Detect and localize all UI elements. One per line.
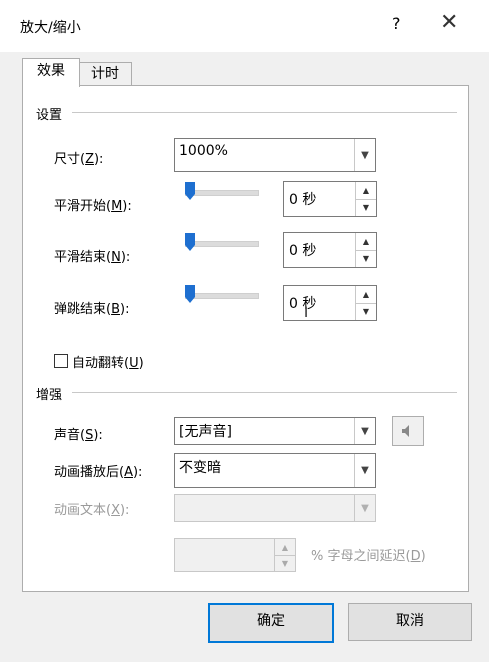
size-combobox[interactable]: 1000% ▼ [174,138,376,172]
size-label: 尺寸(Z): [54,152,104,167]
tab-timing[interactable]: 计时 [78,62,132,86]
spin-up-icon[interactable]: ▲ [356,182,376,200]
bounce-end-value[interactable]: 0 秒 [289,293,316,313]
animate-text-combobox[interactable]: ▼ [174,494,376,522]
sound-label: 声音(S): [54,428,103,443]
ok-button[interactable]: 确定 [208,603,334,643]
bounce-end-label: 弹跳结束(B): [54,302,130,317]
smooth-start-spinner[interactable]: 0 秒 ▲ ▼ [283,181,377,217]
smooth-end-value[interactable]: 0 秒 [289,240,316,260]
enhance-section-label: 增强 [36,388,63,403]
sound-value[interactable]: [无声音] [179,421,232,441]
sound-preview-button[interactable] [392,416,424,446]
after-animation-value[interactable]: 不变暗 [179,457,221,477]
bounce-end-slider-thumb[interactable] [185,285,195,303]
animate-text-label: 动画文本(X): [54,503,130,518]
chevron-down-icon[interactable]: ▼ [354,418,375,444]
smooth-end-slider-thumb[interactable] [185,233,195,251]
spin-down-icon[interactable]: ▼ [275,555,295,571]
smooth-start-value[interactable]: 0 秒 [289,189,316,209]
dialog-title: 放大/缩小 [20,20,81,36]
sound-combobox[interactable]: [无声音] ▼ [174,417,376,445]
chevron-down-icon[interactable]: ▼ [354,139,375,171]
smooth-start-label: 平滑开始(M): [54,199,132,214]
spin-up-icon[interactable]: ▲ [356,286,376,304]
auto-reverse-label[interactable]: 自动翻转(U) [72,352,144,371]
spin-up-icon[interactable]: ▲ [356,233,376,251]
spin-down-icon[interactable]: ▼ [356,250,376,267]
letter-delay-label: % 字母之间延迟(D) [311,549,426,564]
close-button[interactable]: ✕ [440,10,458,35]
spin-down-icon[interactable]: ▼ [356,303,376,320]
smooth-start-slider-thumb[interactable] [185,182,195,200]
letter-delay-spinner[interactable]: ▲ ▼ [174,538,296,572]
enhance-divider [72,392,457,393]
cancel-button[interactable]: 取消 [348,603,472,641]
chevron-down-icon[interactable]: ▼ [354,495,375,521]
smooth-end-label: 平滑结束(N): [54,250,131,265]
help-button[interactable]: ? [392,14,401,33]
settings-section-label: 设置 [36,108,63,123]
chevron-down-icon[interactable]: ▼ [354,454,375,487]
smooth-end-slider-track[interactable] [185,241,259,247]
after-animation-combobox[interactable]: 不变暗 ▼ [174,453,376,488]
smooth-start-slider-track[interactable] [185,190,259,196]
size-value[interactable]: 1000% [179,143,228,159]
spin-down-icon[interactable]: ▼ [356,199,376,216]
speaker-icon [402,425,409,437]
background-window-edge [489,0,497,662]
bounce-end-slider-track[interactable] [185,293,259,299]
settings-divider [72,112,457,113]
auto-reverse-checkbox[interactable] [54,354,68,368]
text-cursor-icon: I [304,305,309,321]
smooth-end-spinner[interactable]: 0 秒 ▲ ▼ [283,232,377,268]
after-animation-label: 动画播放后(A): [54,465,143,480]
tab-effect[interactable]: 效果 [22,58,80,87]
spin-up-icon[interactable]: ▲ [275,539,295,556]
bounce-end-spinner[interactable]: 0 秒 ▲ ▼ [283,285,377,321]
